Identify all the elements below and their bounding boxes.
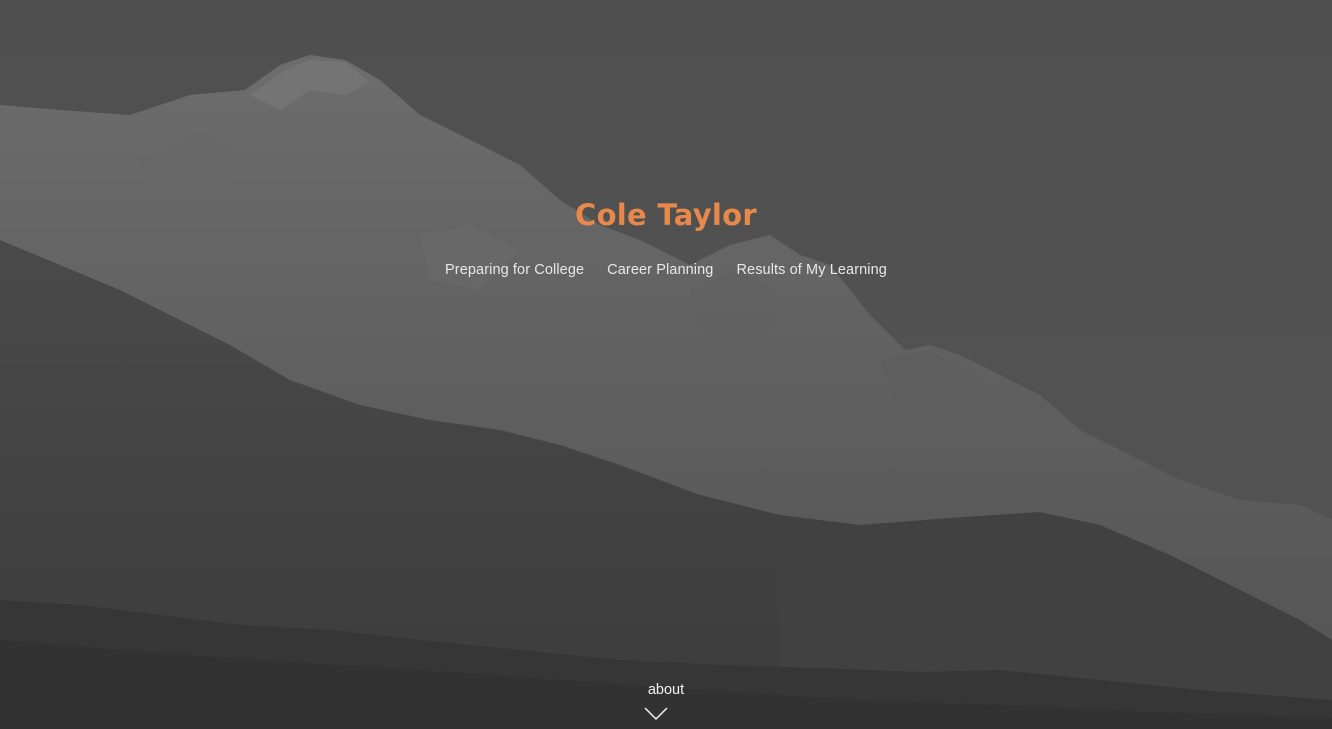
nav-link-preparing-for-college[interactable]: Preparing for College	[445, 262, 584, 278]
nav-link-career-planning[interactable]: Career Planning	[607, 262, 713, 278]
nav-link-results-of-my-learning[interactable]: Results of My Learning	[736, 262, 887, 278]
site-title[interactable]: Cole Taylor	[0, 198, 1332, 232]
hero-section: Cole Taylor Preparing for College Career…	[0, 0, 1332, 729]
mountain-background-image	[0, 0, 1332, 729]
main-nav: Preparing for College Career Planning Re…	[0, 262, 1332, 278]
chevron-down-icon[interactable]	[644, 706, 668, 722]
about-scroll-link[interactable]: about	[0, 682, 1332, 698]
